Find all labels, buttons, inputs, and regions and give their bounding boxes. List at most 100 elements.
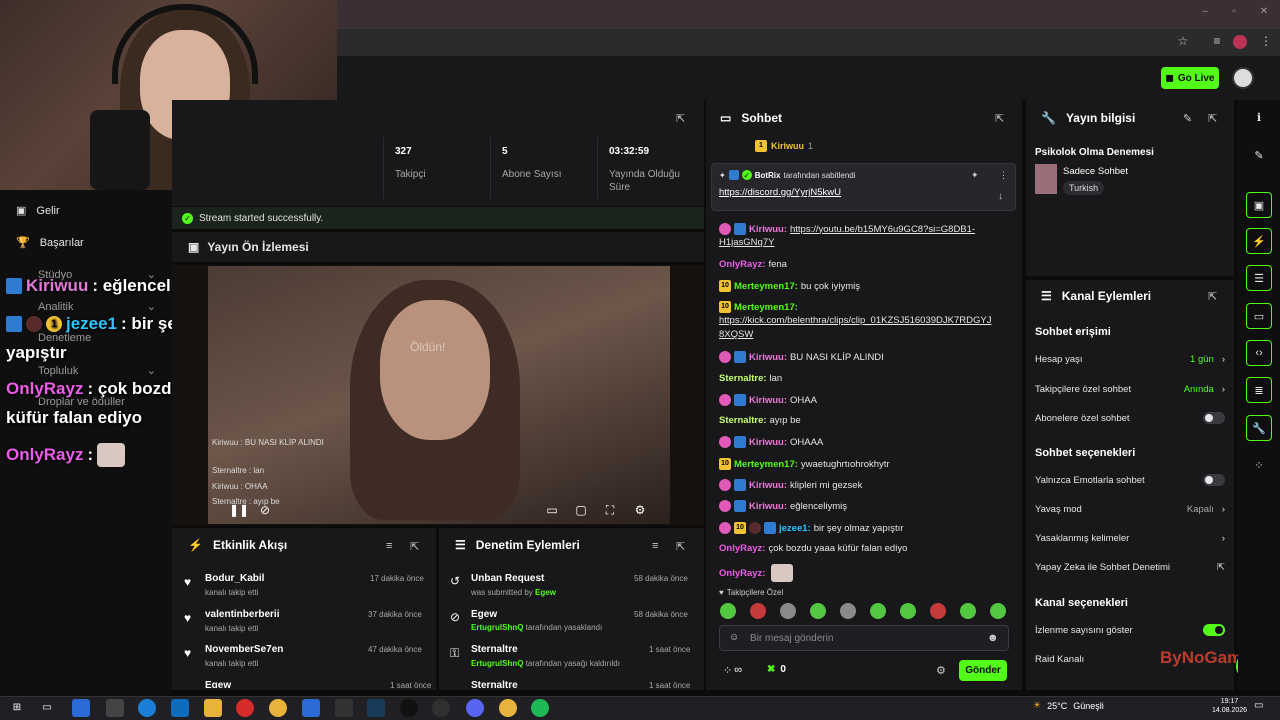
pencil-icon[interactable]: ✎ [1246, 142, 1272, 168]
emote-icon[interactable] [960, 603, 976, 619]
chat-text-continued[interactable]: H1jasGNq7Y [719, 237, 774, 248]
smile-icon[interactable]: ☻ [987, 632, 999, 644]
show-viewers-row[interactable]: İzlenme sayısını göster [1035, 624, 1225, 636]
followers-chat-row[interactable]: Takipçilere özel sohbet Anında › [1035, 384, 1225, 395]
pip-icon[interactable]: ▭ [545, 503, 559, 517]
emote-icon[interactable] [750, 603, 766, 619]
mail-icon[interactable] [171, 699, 189, 717]
popout-icon[interactable]: ⇱ [995, 112, 1004, 125]
send-button[interactable]: Gönder [959, 660, 1007, 681]
moderation-item[interactable]: Unban Request [471, 573, 544, 584]
emote-icon[interactable] [780, 603, 796, 619]
emote-icon[interactable] [990, 603, 1006, 619]
nav-item-analitik[interactable]: Analitik ⌄ [16, 300, 156, 314]
emote-picker-icon[interactable]: ☺ [729, 632, 739, 643]
points-indicator[interactable]: ⁘ ∞ [723, 664, 742, 677]
steam-icon[interactable] [367, 699, 385, 717]
filter-icon[interactable]: ≡ [386, 540, 392, 552]
chat-username[interactable]: Kiriwuu: [749, 224, 787, 235]
subs-chat-row[interactable]: Abonelere özel sohbet [1035, 412, 1225, 424]
arrow-down-icon[interactable]: ↓ [998, 191, 1003, 202]
list-icon[interactable]: ☰ [1246, 265, 1272, 291]
epic-games-icon[interactable] [335, 699, 353, 717]
pinned-link[interactable]: https://discord.gg/YyrjN5kwU [719, 187, 841, 198]
chat-username[interactable]: Merteymen17: [734, 281, 798, 292]
category-thumbnail[interactable] [1035, 164, 1057, 194]
activity-user[interactable]: Egew [205, 680, 231, 688]
popout-icon[interactable]: ⇱ [676, 112, 685, 125]
emote-icon[interactable] [840, 603, 856, 619]
chat-username[interactable]: Kiriwuu: [749, 480, 787, 491]
chat-text-continued[interactable]: https://kick.com/belenthra/clips/clip_01… [719, 315, 991, 326]
nav-item-basarilar[interactable]: 🏆 Başarılar [16, 236, 84, 250]
popout-icon[interactable]: ⇱ [410, 540, 419, 553]
chat-username[interactable]: Sternaltre: [719, 373, 767, 384]
nav-item-topluluk[interactable]: Topluluk ⌄ [16, 364, 156, 378]
more-icon[interactable]: ⋮ [999, 170, 1008, 181]
unpin-icon[interactable]: ✦ [971, 170, 979, 181]
dots-icon[interactable]: ⁘ [1246, 452, 1272, 478]
edge-icon[interactable] [138, 699, 156, 717]
chat-text[interactable]: https://youtu.be/b15MY6u9GC8?si=G8DB1- [790, 224, 975, 235]
app-icon[interactable] [302, 699, 320, 717]
chat-username[interactable]: OnlyRayz: [719, 543, 765, 554]
chat-username[interactable]: Kiriwuu: [749, 395, 787, 406]
edit-icon[interactable]: ✎ [1183, 112, 1192, 125]
moderation-item[interactable]: Egew [471, 609, 497, 620]
bookmark-star-icon[interactable]: ☆ [1175, 34, 1191, 50]
user-avatar[interactable] [1232, 67, 1254, 89]
chrome-icon[interactable] [499, 699, 517, 717]
minimize-icon[interactable]: – [1197, 6, 1213, 20]
emote-icon[interactable] [870, 603, 886, 619]
activity-user[interactable]: Bodur_Kabil [205, 573, 264, 584]
reading-list-icon[interactable]: ≡ [1209, 34, 1225, 50]
spotify-icon[interactable] [531, 699, 549, 717]
opera-icon[interactable] [236, 699, 254, 717]
chat-username[interactable]: Kiriwuu: [749, 437, 787, 448]
chat-username[interactable]: OnlyRayz: [719, 568, 765, 579]
ai-moderation-row[interactable]: Yapay Zeka ile Sohbet Denetimi ⇱ [1035, 562, 1225, 573]
activity-user[interactable]: NovemberSe7en [205, 644, 283, 655]
discord-icon[interactable] [466, 699, 484, 717]
obs-icon[interactable] [400, 699, 418, 717]
nav-item-gelir[interactable]: ▣ Gelir [16, 204, 60, 218]
emote-icon[interactable] [900, 603, 916, 619]
emote-icon[interactable] [720, 603, 736, 619]
info-icon[interactable]: ℹ [1246, 104, 1272, 130]
bolt-icon[interactable]: ⚡ [1246, 228, 1272, 254]
maximize-icon[interactable]: ▫ [1226, 6, 1242, 20]
chat-username[interactable]: Sternaltre: [719, 415, 767, 426]
activity-user[interactable]: valentinberberii [205, 609, 279, 620]
stack-icon[interactable]: ≣ [1246, 377, 1272, 403]
popout-icon[interactable]: ⇱ [676, 540, 685, 553]
emote-icon[interactable] [930, 603, 946, 619]
layout-icon[interactable]: ▣ [1246, 192, 1272, 218]
emote-only-toggle[interactable] [1203, 474, 1225, 486]
chrome-icon[interactable] [269, 699, 287, 717]
chat-username[interactable]: Merteymen17: [734, 459, 798, 470]
code-icon[interactable]: ‹› [1246, 340, 1272, 366]
show-viewers-toggle[interactable] [1203, 624, 1225, 636]
chat-input[interactable]: Bir mesaj gönderin [719, 625, 1009, 651]
chat-username[interactable]: OnlyRayz: [719, 259, 765, 270]
wrench-icon[interactable]: 🔧 [1246, 415, 1272, 441]
pause-icon[interactable]: ❚❚ [229, 503, 249, 517]
chat-username[interactable]: Merteymen17: [734, 302, 798, 313]
fullscreen-icon[interactable]: ⛶ [603, 503, 617, 517]
weather-widget[interactable]: ☀ 25°C Güneşli [1033, 700, 1104, 711]
menu-dots-icon[interactable]: ⋮ [1258, 34, 1274, 50]
chat-box-icon[interactable]: ▭ [1246, 303, 1272, 329]
slow-mode-row[interactable]: Yavaş mod Kapalı › [1035, 504, 1225, 515]
store-icon[interactable] [106, 699, 124, 717]
settings-icon[interactable]: ⚙ [633, 503, 647, 517]
notification-icon[interactable]: ▭ [1254, 700, 1263, 711]
kick-points[interactable]: ✖ 0 [767, 664, 786, 675]
windows-start-icon[interactable]: ⊞ [8, 699, 26, 717]
copilot-icon[interactable] [72, 699, 90, 717]
moderation-item[interactable]: Sternaltre [471, 680, 518, 688]
chat-username[interactable]: Kiriwuu: [749, 501, 787, 512]
filter-icon[interactable]: ≡ [652, 540, 658, 552]
profile-icon[interactable] [1233, 35, 1247, 49]
popout-icon[interactable]: ⇱ [1208, 290, 1217, 303]
go-live-button[interactable]: ◼ Go Live [1161, 67, 1219, 89]
